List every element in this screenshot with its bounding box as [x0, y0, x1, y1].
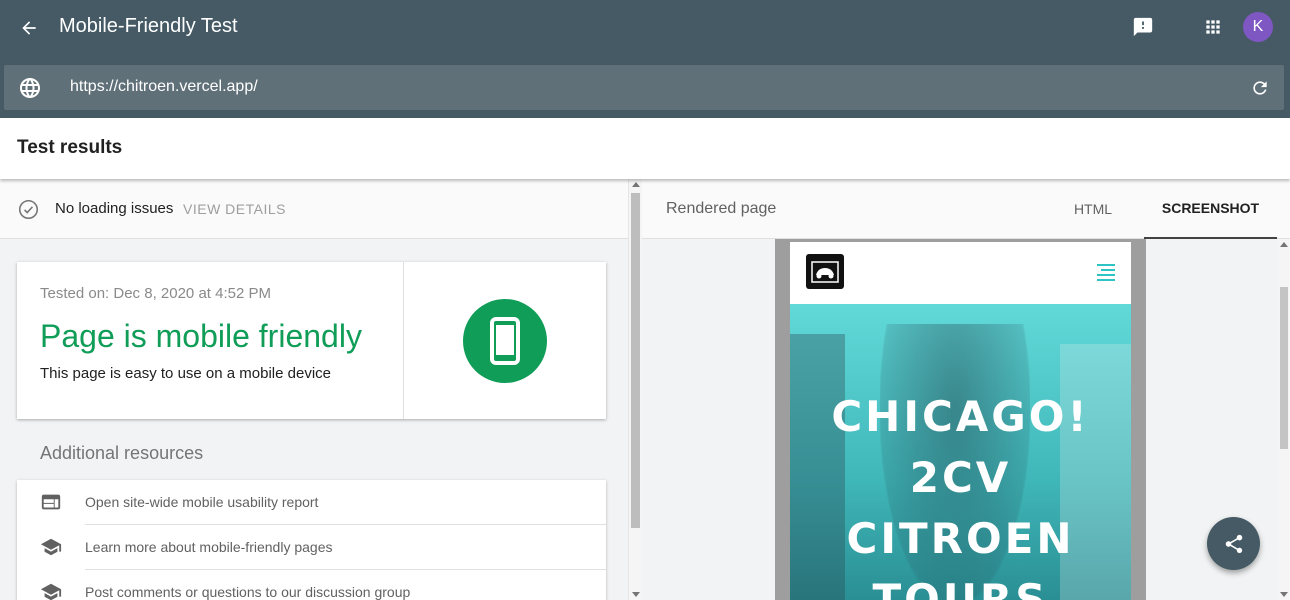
- resource-label[interactable]: Post comments or questions to our discus…: [85, 584, 410, 600]
- app-header: Mobile-Friendly Test K https://chitroen.…: [0, 0, 1290, 118]
- left-scrollbar[interactable]: [628, 179, 642, 600]
- results-header: Test results: [0, 118, 1290, 179]
- globe-icon: [20, 78, 40, 98]
- hero-line: CHICAGO!: [831, 392, 1090, 441]
- preview-site-nav: [790, 242, 1131, 304]
- school-icon: [40, 538, 62, 556]
- loading-status-text: No loading issues: [55, 200, 174, 217]
- section-title: Test results: [17, 137, 123, 158]
- card-divider: [403, 262, 404, 419]
- resources-list: Open site-wide mobile usability report L…: [17, 480, 606, 600]
- preview-menu-icon: [1095, 264, 1115, 282]
- hero-line: TOURS: [872, 575, 1049, 600]
- results-panel: No loading issues VIEW DETAILS Tested on…: [0, 179, 628, 600]
- mobile-friendly-badge: [463, 299, 547, 383]
- scroll-up-arrow-icon[interactable]: [632, 182, 640, 187]
- result-card: Tested on: Dec 8, 2020 at 4:52 PM Page i…: [17, 262, 606, 419]
- scrollbar-thumb[interactable]: [631, 193, 640, 528]
- resource-label[interactable]: Open site-wide mobile usability report: [85, 494, 318, 510]
- view-details-button[interactable]: VIEW DETAILS: [183, 201, 286, 217]
- feedback-icon: [1133, 17, 1153, 37]
- resource-usability-report[interactable]: Open site-wide mobile usability report: [17, 480, 606, 525]
- resource-label[interactable]: Learn more about mobile-friendly pages: [85, 539, 332, 555]
- school-icon: [40, 583, 62, 600]
- loading-status-row: No loading issues VIEW DETAILS: [0, 179, 628, 239]
- preview-site-logo: [806, 254, 844, 289]
- scroll-down-arrow-icon[interactable]: [632, 592, 640, 597]
- apps-grid-icon: [1206, 20, 1220, 34]
- arrow-back-icon: [22, 21, 36, 35]
- rendered-toolbar: Rendered page HTML SCREENSHOT: [642, 179, 1290, 239]
- feedback-button[interactable]: [1130, 14, 1156, 40]
- resource-learn-more[interactable]: Learn more about mobile-friendly pages: [17, 525, 606, 570]
- scrollbar-thumb[interactable]: [1280, 287, 1288, 449]
- check-circle-icon: [18, 199, 39, 220]
- hero-line: 2CV: [909, 453, 1012, 502]
- scroll-up-arrow-icon[interactable]: [1280, 242, 1288, 247]
- smartphone-icon: [490, 317, 520, 365]
- preview-hero-text: CHICAGO! 2CV CITROEN TOURS: [790, 386, 1131, 600]
- url-value[interactable]: https://chitroen.vercel.app/: [70, 78, 258, 96]
- avatar[interactable]: K: [1243, 12, 1273, 42]
- app-title: Mobile-Friendly Test: [59, 15, 238, 37]
- web-window-icon: [41, 494, 61, 510]
- result-subtext: This page is easy to use on a mobile dev…: [40, 365, 331, 382]
- reload-icon: [1253, 81, 1267, 95]
- preview-hero-image: CHICAGO! 2CV CITROEN TOURS: [790, 304, 1131, 600]
- resource-discussion-group[interactable]: Post comments or questions to our discus…: [17, 570, 606, 600]
- back-button[interactable]: [14, 13, 44, 43]
- tested-on-date: Tested on: Dec 8, 2020 at 4:52 PM: [40, 285, 271, 302]
- rendered-page-label: Rendered page: [666, 200, 777, 217]
- resources-title: Additional resources: [40, 443, 204, 463]
- url-bar[interactable]: https://chitroen.vercel.app/: [4, 65, 1284, 110]
- share-icon: [1225, 534, 1242, 553]
- scroll-down-arrow-icon[interactable]: [1280, 592, 1288, 597]
- rendered-page-panel: Rendered page HTML SCREENSHOT CHICAGO! 2…: [642, 179, 1290, 600]
- phone-screen: CHICAGO! 2CV CITROEN TOURS: [790, 242, 1131, 600]
- hero-line: CITROEN: [846, 514, 1075, 563]
- phone-preview-frame: CHICAGO! 2CV CITROEN TOURS: [775, 239, 1146, 600]
- result-heading: Page is mobile friendly: [40, 318, 362, 354]
- share-button[interactable]: [1207, 517, 1260, 570]
- right-scrollbar[interactable]: [1278, 239, 1290, 600]
- tab-screenshot[interactable]: SCREENSHOT: [1144, 179, 1277, 239]
- tab-html[interactable]: HTML: [1054, 179, 1132, 239]
- apps-button[interactable]: [1200, 14, 1226, 40]
- reload-button[interactable]: [1248, 76, 1272, 100]
